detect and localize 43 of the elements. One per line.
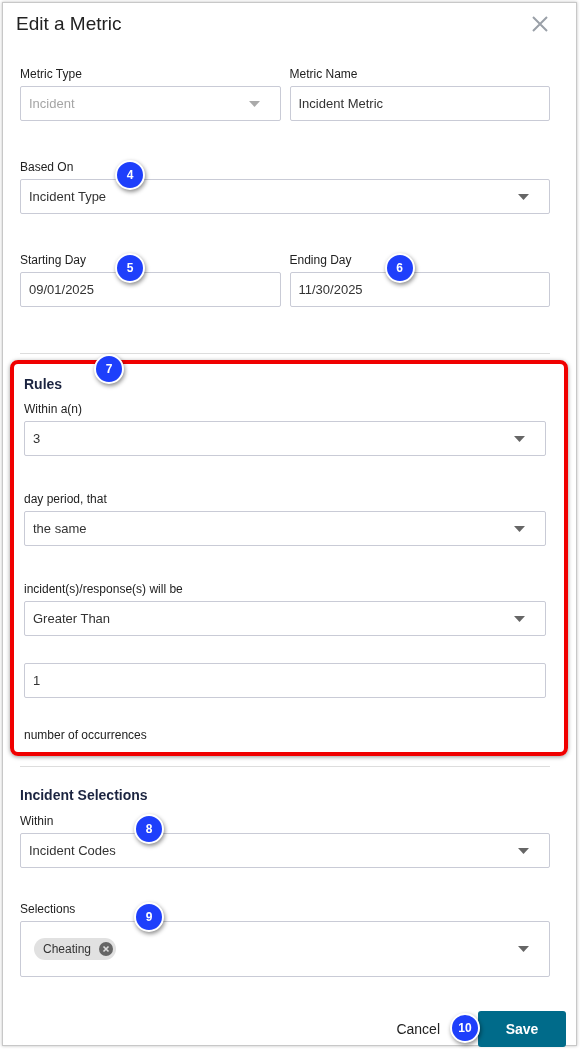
- field-label: Within a(n): [24, 402, 83, 416]
- section-title: Rules: [24, 376, 64, 392]
- cancel-button[interactable]: Cancel: [396, 1013, 440, 1045]
- caret-icon: [248, 100, 260, 107]
- field-label: Starting Day: [20, 253, 88, 267]
- callout-badge: 7: [94, 354, 124, 384]
- input-field[interactable]: 09/01/2025: [20, 272, 281, 307]
- dialog-title: Edit a Metric: [16, 13, 122, 35]
- select-field[interactable]: the same: [24, 511, 546, 546]
- remove-icon[interactable]: [99, 942, 114, 956]
- caret-icon: [514, 435, 525, 442]
- field-label: Metric Name: [289, 67, 359, 81]
- section-title: Incident Selections: [20, 787, 149, 803]
- input-field[interactable]: Incident Metric: [289, 86, 550, 121]
- callout-badge: 10: [450, 1013, 480, 1043]
- field-label: day period, that: [24, 492, 108, 506]
- callout-badge: 9: [134, 902, 164, 932]
- caret-icon: [518, 946, 529, 952]
- close-icon[interactable]: [532, 16, 548, 32]
- input-field[interactable]: 1: [24, 663, 546, 698]
- save-button[interactable]: Save: [478, 1011, 566, 1047]
- field-label: Metric Type: [20, 67, 83, 81]
- callout-badge: 8: [134, 814, 164, 844]
- multi-select-field[interactable]: Cheating: [20, 921, 550, 977]
- field-note: number of occurrences: [24, 728, 148, 742]
- select-field[interactable]: Greater Than: [24, 601, 546, 636]
- field-label: Ending Day: [289, 253, 353, 267]
- input-field[interactable]: 11/30/2025: [289, 272, 550, 307]
- callout-badge: 6: [384, 253, 415, 283]
- field-label: Selections: [20, 902, 77, 916]
- chip-label: Cheating: [43, 942, 92, 956]
- caret-icon: [518, 847, 529, 854]
- field-label: incident(s)/response(s) will be: [24, 582, 184, 596]
- caret-icon: [514, 525, 525, 532]
- caret-icon: [514, 615, 525, 622]
- caret-icon: [518, 193, 529, 200]
- field-label: Within: [20, 814, 55, 828]
- select-field[interactable]: Incident Codes: [20, 833, 550, 868]
- field-label: Based On: [20, 160, 75, 174]
- callout-badge: 4: [115, 160, 145, 190]
- select-field[interactable]: Incident Type: [20, 179, 550, 214]
- callout-badge: 5: [115, 253, 145, 283]
- select-field[interactable]: 3: [24, 421, 546, 456]
